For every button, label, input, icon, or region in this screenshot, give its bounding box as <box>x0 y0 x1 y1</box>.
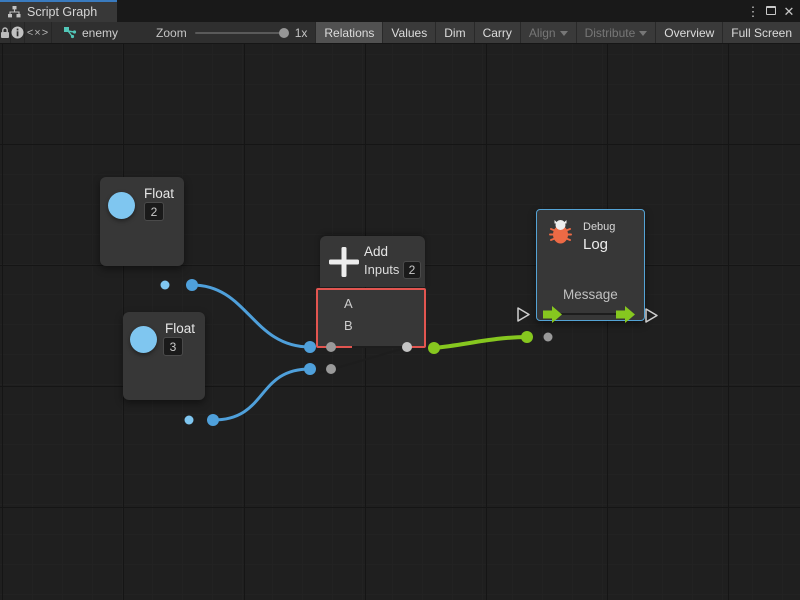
values-button[interactable]: Values <box>382 22 435 43</box>
fullscreen-label: Full Screen <box>731 26 792 40</box>
overview-button[interactable]: Overview <box>655 22 722 43</box>
lock-button[interactable] <box>0 22 11 43</box>
graph-icon <box>64 27 77 39</box>
wire-endpoint[interactable] <box>207 414 219 426</box>
add-input-b-port[interactable] <box>326 364 336 374</box>
fullscreen-button[interactable]: Full Screen <box>722 22 800 43</box>
script-graph-tab[interactable]: Script Graph <box>0 0 117 22</box>
wire-endpoint[interactable] <box>521 331 533 343</box>
flow-out-arrow-icon <box>616 306 635 323</box>
maximize-icon <box>766 6 776 15</box>
wire-endpoint[interactable] <box>304 363 316 375</box>
flow-output-triangle[interactable] <box>646 309 657 322</box>
toolbar: <×> enemy Zoom 1x Relations Values Dim C <box>0 22 800 44</box>
maximize-button[interactable] <box>766 2 776 20</box>
code-view-button[interactable]: <×> <box>25 22 52 43</box>
flow-input-triangle[interactable] <box>518 308 529 321</box>
add-result-port[interactable] <box>402 342 412 352</box>
wire-float2-to-add[interactable] <box>213 369 310 420</box>
add-input-a-port[interactable] <box>326 342 336 352</box>
overview-label: Overview <box>664 26 714 40</box>
relations-label: Relations <box>324 26 374 40</box>
flow-in-arrow-icon <box>543 306 562 323</box>
wire-endpoint[interactable] <box>186 279 198 291</box>
script-graph-window: Script Graph ⋮ ✕ <×> <box>0 0 800 600</box>
zoom-value: 1x <box>295 26 308 40</box>
chevron-down-icon <box>639 31 647 36</box>
code-icon: <×> <box>27 27 49 39</box>
dim-button[interactable]: Dim <box>435 22 473 43</box>
tab-label: Script Graph <box>27 5 97 19</box>
values-label: Values <box>391 26 427 40</box>
zoom-slider[interactable] <box>195 32 287 34</box>
zoom-label: Zoom <box>156 26 187 40</box>
align-button[interactable]: Align <box>520 22 576 43</box>
info-button[interactable] <box>11 22 25 43</box>
wire-add-to-debug[interactable] <box>434 337 527 348</box>
zoom-control: Zoom 1x <box>128 22 315 43</box>
chevron-down-icon <box>560 31 568 36</box>
hierarchy-icon <box>8 6 21 18</box>
graph-name-label: enemy <box>82 26 118 40</box>
distribute-button[interactable]: Distribute <box>576 22 656 43</box>
lock-icon <box>0 27 10 39</box>
more-options-button[interactable]: ⋮ <box>746 5 760 18</box>
connections-overlay <box>0 88 800 600</box>
close-button[interactable]: ✕ <box>782 5 796 18</box>
carry-label: Carry <box>483 26 512 40</box>
align-label: Align <box>529 26 556 40</box>
info-icon <box>11 26 24 39</box>
dim-label: Dim <box>444 26 465 40</box>
graph-breadcrumb[interactable]: enemy <box>52 22 128 43</box>
float2-output-port[interactable] <box>185 416 194 425</box>
carry-button[interactable]: Carry <box>474 22 520 43</box>
wire-float1-to-add[interactable] <box>192 285 310 347</box>
relations-button[interactable]: Relations <box>315 22 382 43</box>
debug-message-port[interactable] <box>544 333 553 342</box>
zoom-slider-handle[interactable] <box>279 28 289 38</box>
float1-output-port[interactable] <box>161 281 170 290</box>
titlebar: Script Graph ⋮ ✕ <box>0 0 800 22</box>
distribute-label: Distribute <box>585 26 636 40</box>
add-output-port[interactable] <box>428 342 440 354</box>
graph-canvas[interactable]: Float 2 Float 3 Add Inputs 2 A B <box>0 44 800 600</box>
wire-endpoint[interactable] <box>304 341 316 353</box>
